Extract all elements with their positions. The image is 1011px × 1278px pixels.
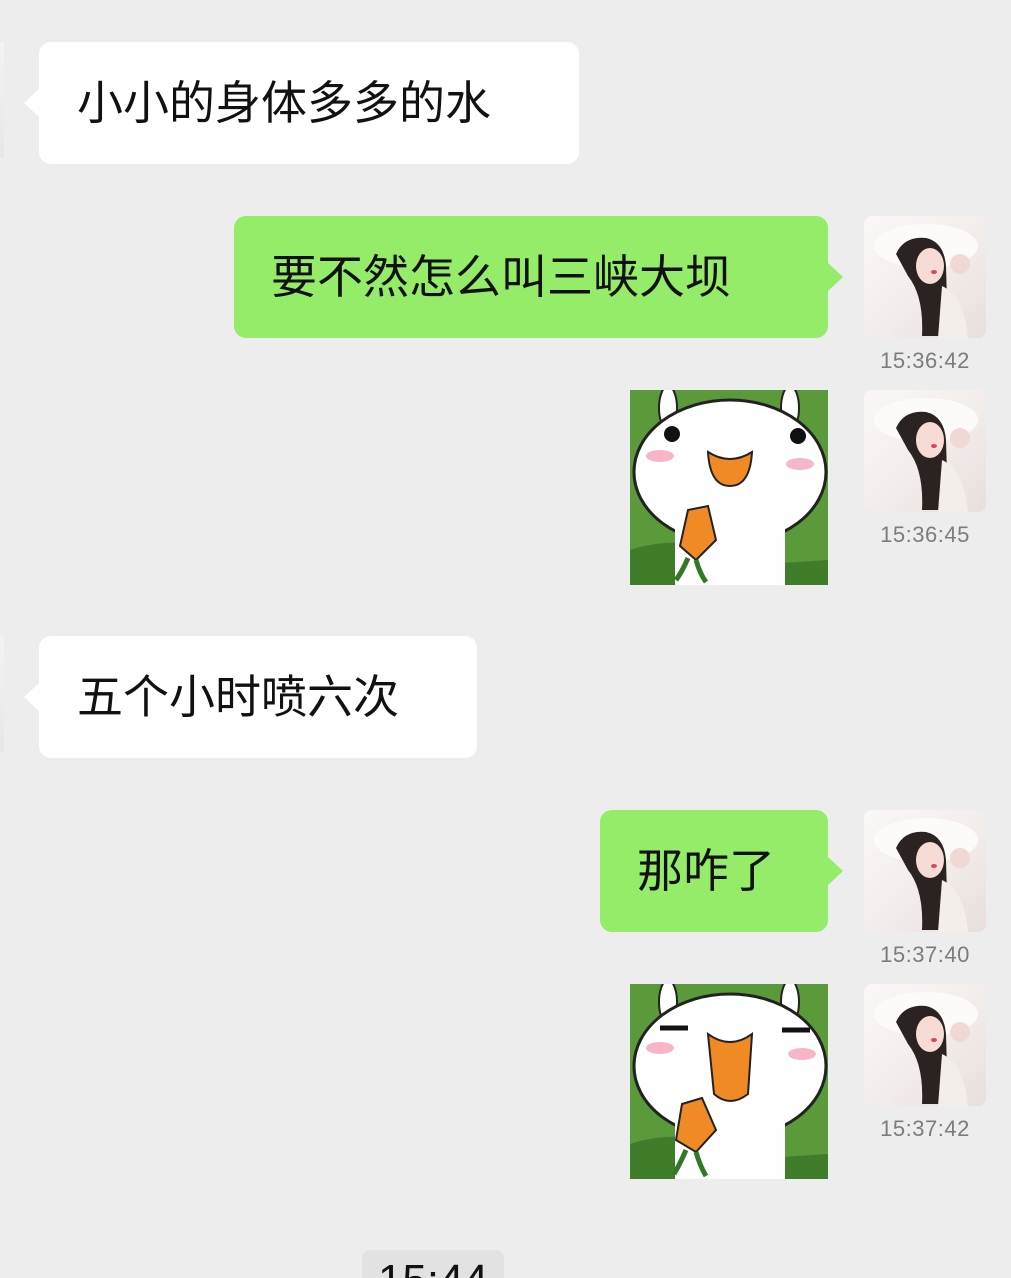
avatar-photo [874,398,978,512]
rabbit-carrot-sticker[interactable] [630,390,828,585]
message-timestamp: 15:37:40 [880,942,970,967]
own-avatar[interactable] [864,390,986,512]
incoming-message-bubble[interactable]: 小小的身体多多的水 [24,42,579,164]
system-time-divider: 15:44 [362,1250,504,1278]
avatar-photo [874,224,978,338]
outgoing-message-bubble[interactable]: 那咋了 [600,810,843,932]
outgoing-message-bubble[interactable]: 要不然怎么叫三峡大坝 [234,216,843,338]
own-avatar[interactable] [864,810,986,932]
avatar-photo [874,818,978,932]
own-avatar[interactable] [864,216,986,338]
rabbit-carrot-sticker[interactable] [630,984,828,1179]
avatar-photo [874,992,978,1106]
message-timestamp: 15:36:45 [880,522,970,547]
chat-window[interactable]: 小小的身体多多的水 要不然怎么叫三峡大坝 15:36:42 15:36:45 五… [0,0,1011,1278]
own-avatar[interactable] [864,984,986,1106]
partner-avatar-edge[interactable] [0,636,4,752]
rabbit-sticker-image [630,390,828,585]
message-timestamp: 15:36:42 [880,348,970,373]
message-timestamp: 15:37:42 [880,1116,970,1141]
partner-avatar-edge[interactable] [0,42,4,158]
incoming-message-bubble[interactable]: 五个小时喷六次 [24,636,477,758]
rabbit-sticker-image [630,984,828,1179]
